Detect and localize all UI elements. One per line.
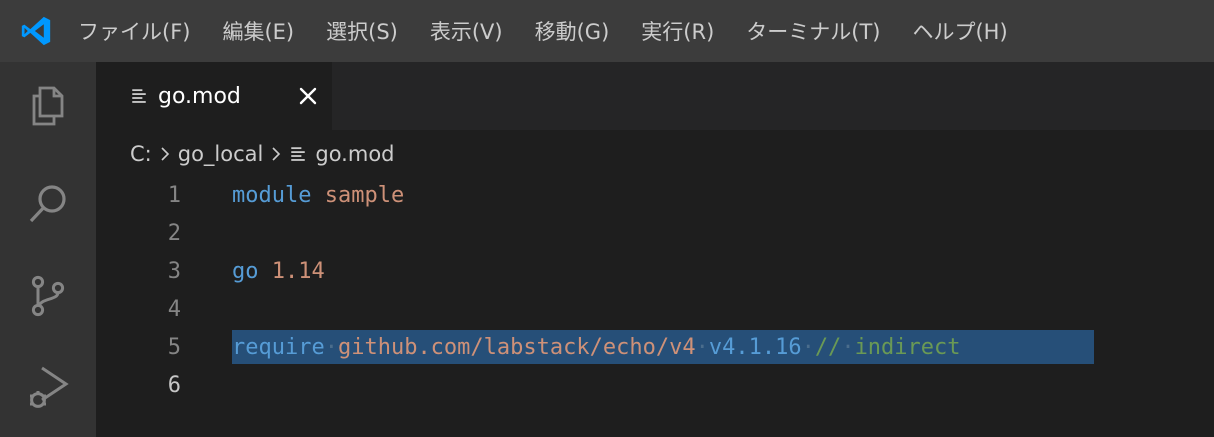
code-line[interactable]: 1 module sample <box>96 176 1214 214</box>
code-token: go <box>232 258 259 284</box>
tab-label: go.mod <box>158 83 241 109</box>
menu-edit[interactable]: 編集(E) <box>222 16 294 46</box>
file-lines-icon <box>132 89 146 103</box>
line-content: module sample <box>232 183 404 208</box>
code-token: v4.1.16 <box>708 334 802 360</box>
line-content: go 1.14 <box>232 259 325 284</box>
code-line[interactable]: 3 go 1.14 <box>96 252 1214 290</box>
line-number: 6 <box>167 372 181 398</box>
line-number: 2 <box>167 220 181 246</box>
code-token: github.com/labstack/echo/v4 <box>337 334 696 360</box>
code-token: module <box>232 182 312 208</box>
menu-view[interactable]: 表示(V) <box>430 16 503 46</box>
line-number: 3 <box>167 258 181 284</box>
menu-bar: ファイル(F) 編集(E) 選択(S) 表示(V) 移動(G) 実行(R) ター… <box>0 0 1214 62</box>
menu-terminal[interactable]: ターミナル(T) <box>746 16 880 46</box>
code-line[interactable]: 2 <box>96 214 1214 252</box>
vscode-logo-icon <box>16 11 56 51</box>
code-line[interactable]: 4 <box>96 290 1214 328</box>
files-icon[interactable] <box>22 80 74 132</box>
code-token: · <box>801 334 815 360</box>
code-token: require <box>232 334 325 360</box>
line-number: 1 <box>167 182 181 208</box>
search-icon[interactable] <box>22 178 74 230</box>
menu-file[interactable]: ファイル(F) <box>78 16 190 46</box>
menu-go[interactable]: 移動(G) <box>535 16 610 46</box>
code-line[interactable]: 5 require·github.com/labstack/echo/v4·v4… <box>96 328 1214 366</box>
chevron-right-icon <box>161 147 169 161</box>
source-control-icon[interactable] <box>22 270 74 322</box>
line-number: 4 <box>167 296 181 322</box>
code-token: · <box>324 334 338 360</box>
menu-selection[interactable]: 選択(S) <box>326 16 398 46</box>
code-token: // <box>814 334 842 360</box>
code-token: indirect <box>854 334 961 360</box>
code-line[interactable]: 6 <box>96 366 1214 404</box>
tab-strip: go.mod <box>96 62 1214 130</box>
run-debug-icon[interactable] <box>22 360 74 412</box>
code-token: · <box>695 334 709 360</box>
activity-bar <box>0 62 96 437</box>
code-token: · <box>841 334 855 360</box>
code-editor[interactable]: 1 module sample 2 3 go 1.14 4 5 require·… <box>96 176 1214 437</box>
breadcrumb: C: go_local go.mod <box>130 138 395 170</box>
tab-go-mod[interactable]: go.mod <box>96 62 332 130</box>
breadcrumb-drive[interactable]: C: <box>130 142 152 166</box>
breadcrumb-file[interactable]: go.mod <box>315 142 394 166</box>
line-number: 5 <box>167 334 181 360</box>
menu-help[interactable]: ヘルプ(H) <box>912 16 1007 46</box>
line-content: require·github.com/labstack/echo/v4·v4.1… <box>232 335 961 360</box>
code-token: sample <box>324 182 405 208</box>
code-token: 1.14 <box>271 258 325 284</box>
menu-run[interactable]: 実行(R) <box>641 16 714 46</box>
breadcrumb-folder[interactable]: go_local <box>178 142 264 166</box>
close-icon[interactable] <box>296 84 320 108</box>
file-lines-icon <box>291 147 306 161</box>
chevron-right-icon <box>272 147 281 161</box>
